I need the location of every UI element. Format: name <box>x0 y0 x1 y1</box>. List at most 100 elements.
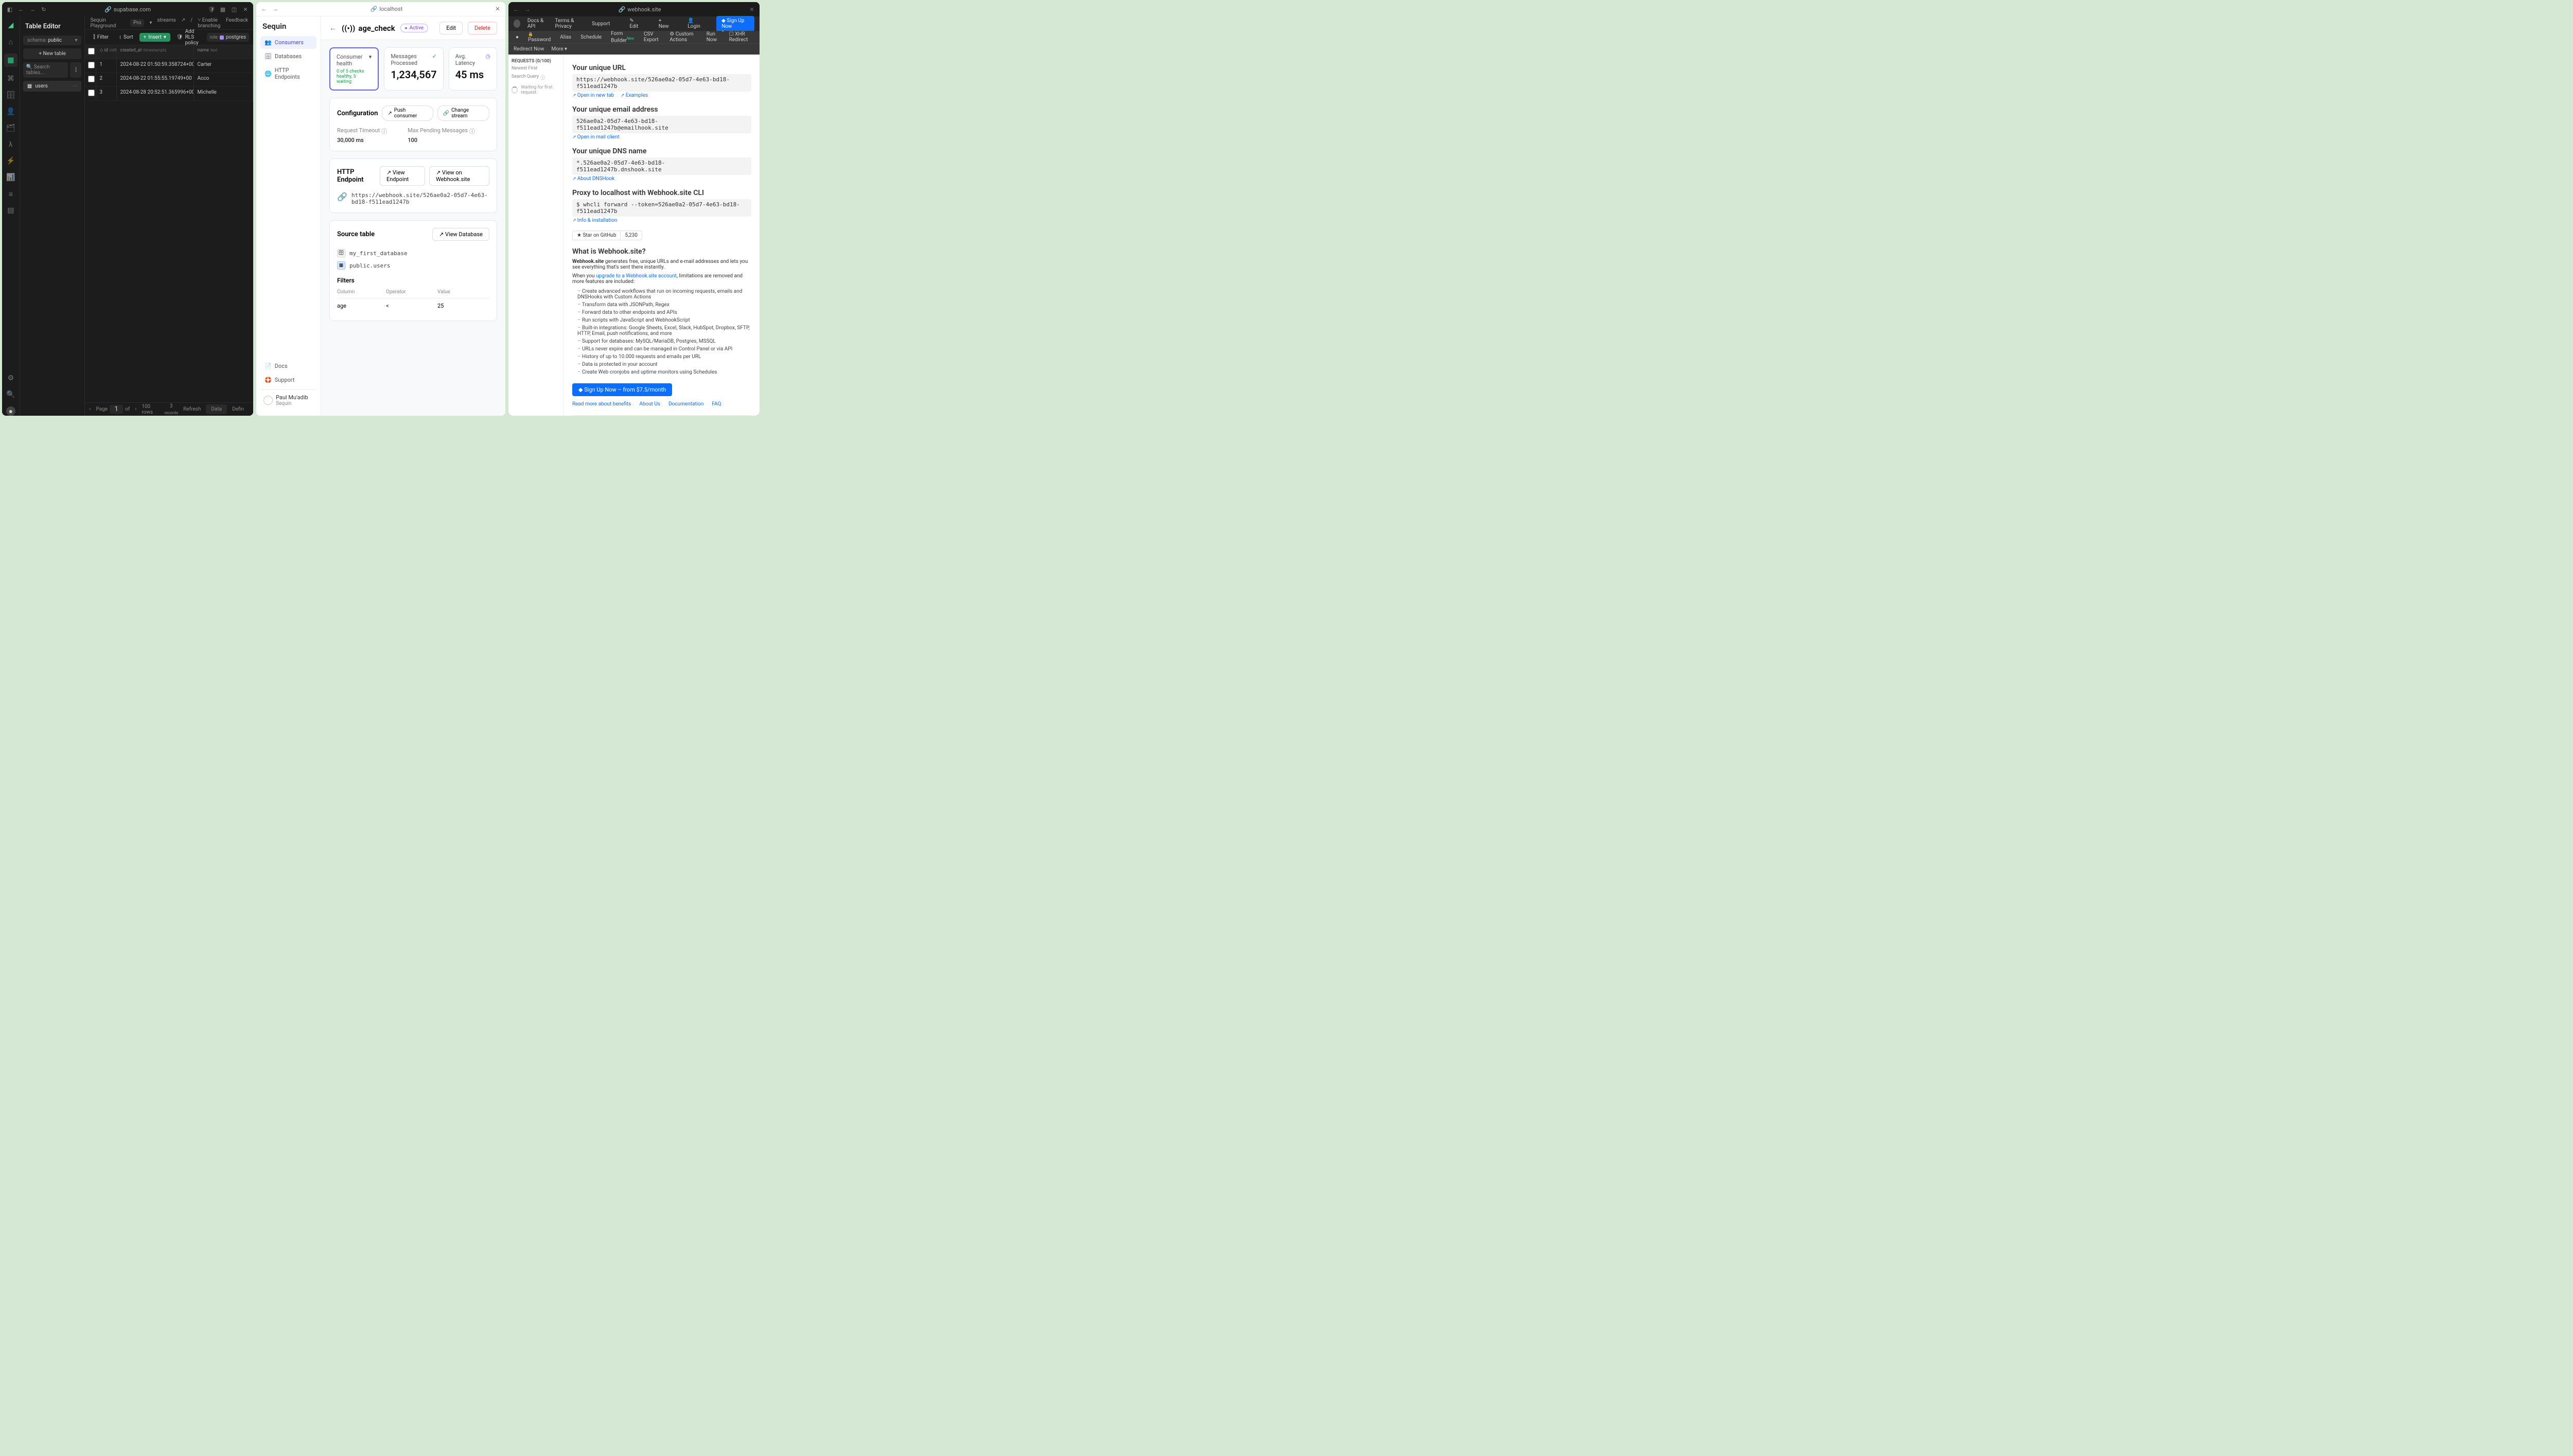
tab-run-now[interactable]: Run Now <box>702 29 724 45</box>
address-bar[interactable]: 🔗 localhost <box>283 6 490 12</box>
table-row[interactable]: 32024-08-28 20:52:51.365996+00Michelle <box>85 87 253 101</box>
benefits-link[interactable]: Read more about benefits <box>572 401 631 407</box>
home-icon[interactable]: ⌂ <box>6 37 15 46</box>
info-icon[interactable]: ⓘ <box>540 74 545 81</box>
unique-email-value[interactable]: 526ae0a2-05d7-4e63-bd18-f511ead1247b@ema… <box>572 116 751 133</box>
sidebar-toggle-icon[interactable]: ◧ <box>6 6 13 13</box>
logs-icon[interactable]: ≡ <box>6 189 15 199</box>
plan-badge[interactable]: Pro <box>130 19 144 27</box>
filter-tables-button[interactable]: ⫿ <box>70 62 81 78</box>
signup-cta-button[interactable]: ◆ Sign Up Now – from $7.5/month <box>572 383 672 396</box>
table-menu-icon[interactable]: ⋯ <box>72 83 77 89</box>
health-card[interactable]: Consumer health▾ 0 of 5 checks healthy, … <box>329 47 379 91</box>
address-bar[interactable]: 🔗 webhook.site <box>535 6 744 13</box>
page-input[interactable] <box>110 405 123 414</box>
sort-button[interactable]: ↕ Sort <box>115 33 137 42</box>
nav-fwd-icon[interactable]: → <box>29 6 36 13</box>
examples-link[interactable]: Examples <box>621 93 648 98</box>
nav-docs[interactable]: Docs & API <box>527 18 548 29</box>
rls-button[interactable]: 🛡 Add RLS policy <box>172 27 203 47</box>
nav-support[interactable]: Support <box>592 21 610 27</box>
tab-custom-actions[interactable]: ⚙ Custom Actions <box>665 29 701 45</box>
new-table-button[interactable]: + New table <box>23 48 82 59</box>
tab-xhr-redirect[interactable]: ☐ XHR Redirect <box>725 29 756 45</box>
rows-per-page[interactable]: 100 rows <box>142 404 159 415</box>
reports-icon[interactable]: 📊 <box>6 173 15 182</box>
address-bar[interactable]: 🔗 supabase.com <box>51 6 204 13</box>
auth-icon[interactable]: 👤 <box>6 107 15 116</box>
search-icon[interactable]: 🔍 <box>6 390 15 399</box>
project-name[interactable]: Sequin Playground <box>90 17 125 29</box>
faq-link[interactable]: FAQ <box>712 401 721 407</box>
cli-info-link[interactable]: Info & installation <box>572 218 617 223</box>
page-prev-icon[interactable]: ‹ <box>89 406 91 412</box>
close-icon[interactable]: ✕ <box>748 6 755 13</box>
sql-editor-icon[interactable]: ⌘ <box>6 74 15 83</box>
github-star-button[interactable]: ★ Star on GitHub5,230 <box>572 230 642 240</box>
delete-button[interactable]: Delete <box>468 22 497 34</box>
edge-icon[interactable]: λ <box>6 140 15 149</box>
nav-back-icon[interactable]: ← <box>513 6 520 13</box>
supabase-logo-icon[interactable]: ◢ <box>6 21 15 30</box>
realtime-icon[interactable]: ⚡ <box>6 156 15 166</box>
cli-command[interactable]: $ whcli forward --token=526ae0a2-05d7-4e… <box>572 199 751 217</box>
nav-back-icon[interactable]: ← <box>260 6 268 13</box>
insert-button[interactable]: + Insert ▾ <box>139 33 170 42</box>
nav-consumers[interactable]: 👥Consumers <box>260 36 316 49</box>
tab-alias[interactable]: Alias <box>556 32 575 42</box>
search-tables-input[interactable]: 🔍 Search tables... <box>23 62 68 78</box>
select-all-checkbox[interactable] <box>88 48 95 55</box>
api-icon[interactable]: ▤ <box>6 206 15 215</box>
settings-icon[interactable]: ⚙ <box>6 374 15 383</box>
search-query[interactable]: Search Queryⓘ <box>512 74 560 81</box>
webhook-logo-icon[interactable] <box>514 20 520 28</box>
nav-fwd-icon[interactable]: → <box>524 6 531 13</box>
tab-password[interactable]: Password <box>524 29 555 45</box>
table-editor-icon[interactable]: ▦ <box>4 54 17 67</box>
unique-dns-value[interactable]: *.526ae0a2-05d7-4e63-bd18-f511ead1247b.d… <box>572 157 751 175</box>
tab-schedule[interactable]: Schedule <box>576 32 606 42</box>
about-dnshook-link[interactable]: About DNSHook <box>572 176 614 182</box>
table-item-users[interactable]: ▦ users ⋯ <box>23 81 82 92</box>
streams-link[interactable]: streams <box>157 17 175 29</box>
page-next-icon[interactable]: › <box>135 406 136 412</box>
view-on-webhook-button[interactable]: ↗ View on Webhook.site <box>429 166 489 186</box>
table-row[interactable]: 12024-08-22 01:50:59.358724+00Carter <box>85 59 253 73</box>
view-database-button[interactable]: ↗ View Database <box>432 228 489 241</box>
table-row[interactable]: 22024-08-22 01:55:55.19749+00Acco <box>85 73 253 87</box>
view-endpoint-button[interactable]: ↗ View Endpoint <box>380 166 425 186</box>
close-icon[interactable]: ✕ <box>242 6 249 13</box>
nav-terms[interactable]: Terms & Privacy <box>555 18 585 29</box>
extensions-icon[interactable]: ▦ <box>219 6 226 13</box>
storage-icon[interactable]: 🗂 <box>6 123 15 133</box>
nav-http-endpoints[interactable]: 🌐HTTP Endpoints <box>260 64 316 83</box>
reload-icon[interactable]: ↻ <box>40 6 47 13</box>
close-icon[interactable]: ✕ <box>494 6 501 13</box>
schema-selector[interactable]: schema: public▾ <box>23 35 82 45</box>
user-avatar-icon[interactable]: ● <box>6 406 15 416</box>
tab-redirect-now[interactable]: Redirect Now <box>514 46 544 52</box>
split-icon[interactable]: ◫ <box>231 6 238 13</box>
shield-icon[interactable]: 🛡 <box>208 6 215 13</box>
tab-dot[interactable]: ● <box>512 32 523 42</box>
tab-csv-export[interactable]: CSV Export <box>640 29 664 45</box>
nav-back-icon[interactable]: ← <box>17 6 25 13</box>
tab-form-builder[interactable]: Form BuilderNew <box>607 29 639 45</box>
documentation-link[interactable]: Documentation <box>668 401 703 407</box>
tab-definition[interactable]: Defin <box>227 404 249 414</box>
info-icon[interactable]: ⓘ <box>469 127 475 135</box>
back-button[interactable]: ← <box>329 24 337 32</box>
feedback-link[interactable]: Feedback <box>226 17 248 29</box>
role-selector[interactable]: rolepostgres <box>207 33 249 42</box>
database-icon[interactable]: 🗄 <box>6 91 15 100</box>
nav-docs[interactable]: 📄Docs <box>260 360 316 372</box>
nav-fwd-icon[interactable]: → <box>272 6 279 13</box>
nav-support[interactable]: 🛟Support <box>260 374 316 386</box>
tab-data[interactable]: Data <box>206 404 227 414</box>
info-icon[interactable]: ⓘ <box>381 127 387 135</box>
unique-url-value[interactable]: https://webhook.site/526ae0a2-05d7-4e63-… <box>572 74 751 92</box>
tab-more[interactable]: More ▾ <box>551 46 567 52</box>
user-card[interactable]: Paul Mu'adibSequin <box>260 389 316 411</box>
upgrade-link[interactable]: upgrade to a Webhook.site account <box>596 273 677 279</box>
filter-button[interactable]: ⫿ Filter <box>89 33 113 42</box>
